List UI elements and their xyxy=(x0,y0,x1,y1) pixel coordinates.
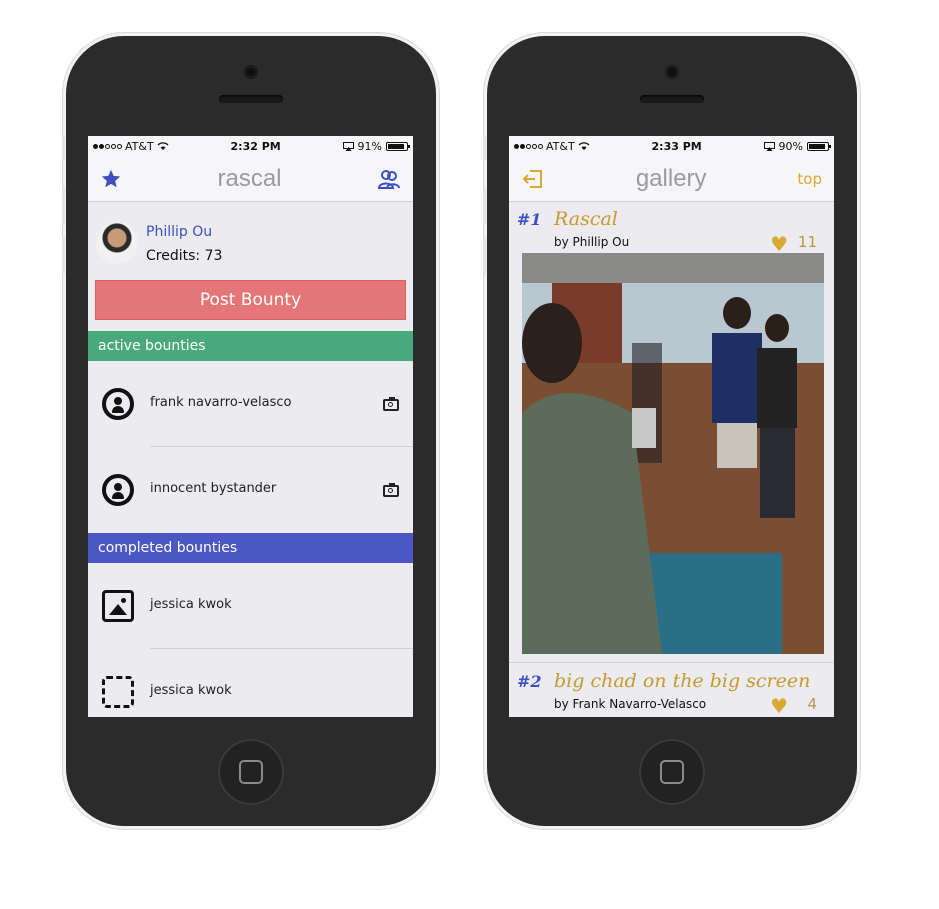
volume-up-button xyxy=(62,186,65,224)
entry-rank: #2 xyxy=(517,672,542,691)
person-icon xyxy=(102,388,134,420)
person-icon xyxy=(102,474,134,506)
active-bounties-header: active bounties xyxy=(88,331,413,361)
entry-photo[interactable] xyxy=(522,253,824,654)
bounty-target-name: jessica kwok xyxy=(150,683,232,698)
like-count: 11 xyxy=(797,233,817,251)
status-bar: AT&T 2:32 PM 91% xyxy=(88,136,413,156)
home-square-icon xyxy=(660,760,684,784)
avatar[interactable] xyxy=(96,222,138,264)
status-bar: AT&T 2:33 PM 90% xyxy=(509,136,834,156)
volume-down-button xyxy=(62,236,65,274)
entry-title: big chad on the big screen xyxy=(554,670,811,692)
entry-title: Rascal xyxy=(554,208,618,230)
mute-switch xyxy=(483,136,486,160)
gallery-entry[interactable]: #2 big chad on the big screen by Frank N… xyxy=(509,664,834,717)
signal-icon xyxy=(93,143,122,149)
nav-bar: rascal xyxy=(88,156,413,202)
users-icon[interactable] xyxy=(377,167,401,191)
battery-icon xyxy=(807,141,831,151)
list-item[interactable]: innocent bystander xyxy=(88,447,413,533)
battery-icon xyxy=(386,141,410,151)
mute-switch xyxy=(62,136,65,160)
earpiece-speaker xyxy=(640,95,704,103)
list-item[interactable]: frank navarro-velasco xyxy=(88,361,413,447)
profile-header: Phillip Ou Credits: 73 xyxy=(88,202,413,280)
nav-bar: gallery top xyxy=(509,156,834,202)
signal-icon xyxy=(514,143,543,149)
camera-icon[interactable] xyxy=(383,483,399,497)
earpiece-speaker xyxy=(219,95,283,103)
rascal-screen: AT&T 2:32 PM 91% rascal Phillip Ou Credi… xyxy=(88,136,413,717)
like-count: 4 xyxy=(807,695,817,713)
phone-left: AT&T 2:32 PM 91% rascal Phillip Ou Credi… xyxy=(62,36,436,826)
phone-right: AT&T 2:33 PM 90% gallery top #1 Rascal b… xyxy=(483,36,857,826)
wifi-icon xyxy=(157,141,169,150)
list-item[interactable]: jessica kwok xyxy=(88,649,413,717)
image-icon xyxy=(102,590,134,622)
entry-rank: #1 xyxy=(517,210,542,229)
carrier-label: AT&T xyxy=(546,139,575,153)
exit-icon[interactable] xyxy=(521,168,545,190)
bounty-target-name: innocent bystander xyxy=(150,481,277,496)
heart-icon[interactable]: ♥ xyxy=(770,694,788,717)
entry-author: by Frank Navarro-Velasco xyxy=(554,697,707,711)
completed-bounties-header: completed bounties xyxy=(88,533,413,563)
battery-percent: 91% xyxy=(357,139,382,153)
bounty-target-name: frank navarro-velasco xyxy=(150,395,292,410)
airplay-icon xyxy=(342,141,354,151)
star-icon[interactable] xyxy=(100,168,122,190)
credits-count: Credits: 73 xyxy=(146,248,223,264)
post-bounty-button[interactable]: Post Bounty xyxy=(95,280,406,320)
wifi-icon xyxy=(578,141,590,150)
camera-icon[interactable] xyxy=(383,397,399,411)
airplay-icon xyxy=(763,141,775,151)
home-button[interactable] xyxy=(218,739,284,805)
volume-down-button xyxy=(483,236,486,274)
home-square-icon xyxy=(239,760,263,784)
list-item[interactable]: jessica kwok xyxy=(88,563,413,649)
bounty-target-name: jessica kwok xyxy=(150,597,232,612)
nav-title: gallery xyxy=(635,164,707,192)
entry-author: by Phillip Ou xyxy=(554,235,630,249)
volume-up-button xyxy=(483,186,486,224)
front-camera xyxy=(665,65,679,79)
carrier-label: AT&T xyxy=(125,139,154,153)
dashed-square-icon xyxy=(102,676,134,708)
status-time: 2:32 PM xyxy=(230,139,281,153)
front-camera xyxy=(244,65,258,79)
nav-title: rascal xyxy=(217,164,282,192)
gallery-screen: AT&T 2:33 PM 90% gallery top #1 Rascal b… xyxy=(509,136,834,717)
user-name[interactable]: Phillip Ou xyxy=(146,224,212,240)
battery-percent: 90% xyxy=(778,139,803,153)
divider xyxy=(509,662,834,663)
status-time: 2:33 PM xyxy=(651,139,702,153)
home-button[interactable] xyxy=(639,739,705,805)
gallery-entry[interactable]: #1 Rascal by Phillip Ou ♥ 11 xyxy=(509,202,834,664)
top-button[interactable]: top xyxy=(797,170,822,188)
